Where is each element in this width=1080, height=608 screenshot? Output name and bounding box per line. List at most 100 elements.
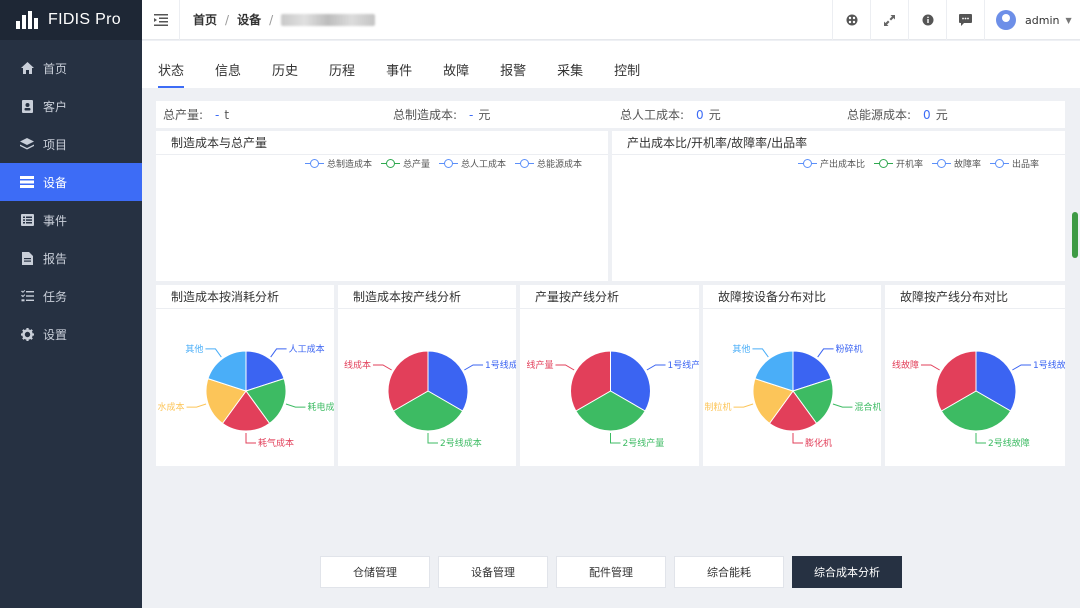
stat-total-labor-cost: 总人工成本: 0 元	[610, 106, 837, 123]
stat-value: 0	[696, 107, 704, 122]
pie-slice-label: 耗气成本	[258, 437, 294, 449]
brand[interactable]: FIDIS Pro	[0, 0, 142, 40]
legend-item[interactable]: 故障率	[931, 157, 981, 170]
info-button[interactable]	[908, 0, 946, 40]
legend-label: 总能源成本	[536, 160, 582, 170]
panel-title: 制造成本与总产量	[156, 131, 608, 155]
legend-label: 总制造成本	[326, 160, 372, 170]
fullscreen-button[interactable]	[870, 0, 908, 40]
stat-unit: 元	[935, 108, 948, 122]
legend-item[interactable]: 总人工成本	[438, 157, 506, 170]
stat-unit: 元	[478, 108, 491, 122]
tab-info[interactable]: 信息	[215, 60, 241, 88]
sidebar-item-label: 客户	[43, 99, 68, 114]
sidebar-item-label: 设置	[43, 327, 68, 342]
breadcrumb-devices[interactable]: 设备	[237, 11, 261, 28]
message-button[interactable]	[946, 0, 984, 40]
list-icon	[20, 213, 34, 227]
info-icon	[922, 14, 933, 26]
pie-slice-label: 其他	[185, 343, 203, 355]
pie-slice-label: 人工成本	[289, 343, 325, 355]
sidebar: FIDIS Pro 首页 客户 项目 设备 事件 报告 任务 设置	[0, 0, 142, 608]
pie-slice-label: 线成本	[344, 359, 371, 371]
menu-toggle-button[interactable]	[142, 0, 180, 40]
stat-value: -	[215, 107, 220, 122]
legend-marker	[931, 159, 951, 168]
tab-collection[interactable]: 采集	[557, 60, 583, 88]
sidebar-item-projects[interactable]: 项目	[0, 125, 142, 163]
pie-label-line	[792, 433, 803, 444]
tab-history[interactable]: 历史	[272, 60, 298, 88]
user-menu[interactable]: admin ▼	[984, 0, 1080, 40]
stat-total-output: 总产量: - t	[156, 106, 383, 123]
tab-timeline[interactable]: 历程	[329, 60, 355, 88]
sidebar-item-customers[interactable]: 客户	[0, 87, 142, 125]
pie-label-line	[733, 403, 754, 408]
parts-management-button[interactable]: 配件管理	[556, 556, 666, 588]
tab-status[interactable]: 状态	[158, 60, 185, 88]
legend-item[interactable]: 总产量	[380, 157, 430, 170]
sidebar-item-tasks[interactable]: 任务	[0, 277, 142, 315]
breadcrumb-separator: /	[269, 12, 274, 27]
legend-item[interactable]: 总能源成本	[514, 157, 582, 170]
sidebar-item-devices[interactable]: 设备	[0, 163, 142, 201]
pie-panel-cost-by-consumption: 制造成本按消耗分析 人工成本耗电成耗气成本 水成本 其他	[156, 285, 334, 466]
stat-unit: t	[224, 107, 230, 122]
palette-icon	[846, 14, 857, 26]
legend-marker	[514, 159, 534, 168]
pie-slice-label: 线产量	[526, 359, 553, 371]
legend-item[interactable]: 开机率	[873, 157, 923, 170]
logo-icon	[16, 11, 38, 29]
stat-total-energy-cost: 总能源成本: 0 元	[837, 106, 1064, 123]
stat-value: 0	[923, 107, 931, 122]
pie-label-line	[975, 433, 986, 444]
pie-chart-cost-by-line: 1号线成 2号线成本 线成本	[344, 350, 516, 449]
sidebar-nav: 首页 客户 项目 设备 事件 报告 任务 设置	[0, 49, 142, 353]
stat-label: 总人工成本:	[620, 108, 685, 122]
pie-chart-faults-by-line: 1号线故 2号线故障 线故障	[892, 350, 1065, 449]
panel-cost-output: 制造成本与总产量 总制造成本 总产量 总人工成本 总能源成本	[156, 131, 608, 281]
pie-slice-label: 粉碎机	[836, 343, 863, 355]
pie-label-line	[285, 403, 306, 408]
tab-alarms[interactable]: 报警	[500, 60, 526, 88]
pie-slice-label: 1号线成	[485, 359, 516, 371]
sidebar-item-events[interactable]: 事件	[0, 201, 142, 239]
pie-label-line	[270, 348, 287, 358]
gear-icon	[20, 327, 34, 341]
contact-book-icon	[20, 99, 34, 113]
pie-slice-label: 耗电成	[307, 401, 334, 413]
legend-item[interactable]: 出品率	[989, 157, 1039, 170]
tab-faults[interactable]: 故障	[443, 60, 469, 88]
warehouse-management-button[interactable]: 仓储管理	[320, 556, 430, 588]
tab-events[interactable]: 事件	[386, 60, 412, 88]
sidebar-item-home[interactable]: 首页	[0, 49, 142, 87]
panel-title: 故障按设备分布对比	[703, 285, 881, 309]
app-title: FIDIS Pro	[48, 11, 121, 28]
pie-slice-label: 膨化机	[805, 437, 832, 449]
pie-slice-label: 1号线产	[668, 359, 699, 371]
panel-title: 制造成本按消耗分析	[156, 285, 334, 309]
sidebar-item-settings[interactable]: 设置	[0, 315, 142, 353]
device-management-button[interactable]: 设备管理	[438, 556, 548, 588]
pie-slice-label: 混合机	[854, 401, 881, 413]
breadcrumb-home[interactable]: 首页	[193, 11, 217, 28]
pie-label-line	[464, 364, 484, 371]
legend-item[interactable]: 产出成本比	[797, 157, 865, 170]
energy-consumption-button[interactable]: 综合能耗	[674, 556, 784, 588]
scrollbar-thumb[interactable]	[1072, 212, 1078, 258]
pie-slice-label: 制粒机	[705, 401, 732, 413]
stat-label: 总产量:	[163, 108, 204, 122]
sidebar-item-reports[interactable]: 报告	[0, 239, 142, 277]
legend-item[interactable]: 总制造成本	[304, 157, 372, 170]
pie-label-line	[427, 433, 438, 444]
tab-control[interactable]: 控制	[614, 60, 640, 88]
expand-icon	[884, 14, 895, 26]
panel-title: 故障按产线分布对比	[885, 285, 1065, 309]
sidebar-item-label: 首页	[43, 61, 68, 76]
pie-panel-faults-by-line: 故障按产线分布对比 1号线故 2号线故障 线故障	[885, 285, 1065, 466]
pie-slice-label: 水成本	[158, 401, 185, 413]
breadcrumb: 首页 / 设备 /	[180, 11, 376, 28]
theme-button[interactable]	[832, 0, 870, 40]
cost-analysis-button[interactable]: 综合成本分析	[792, 556, 902, 588]
pie-label-line	[610, 433, 621, 444]
